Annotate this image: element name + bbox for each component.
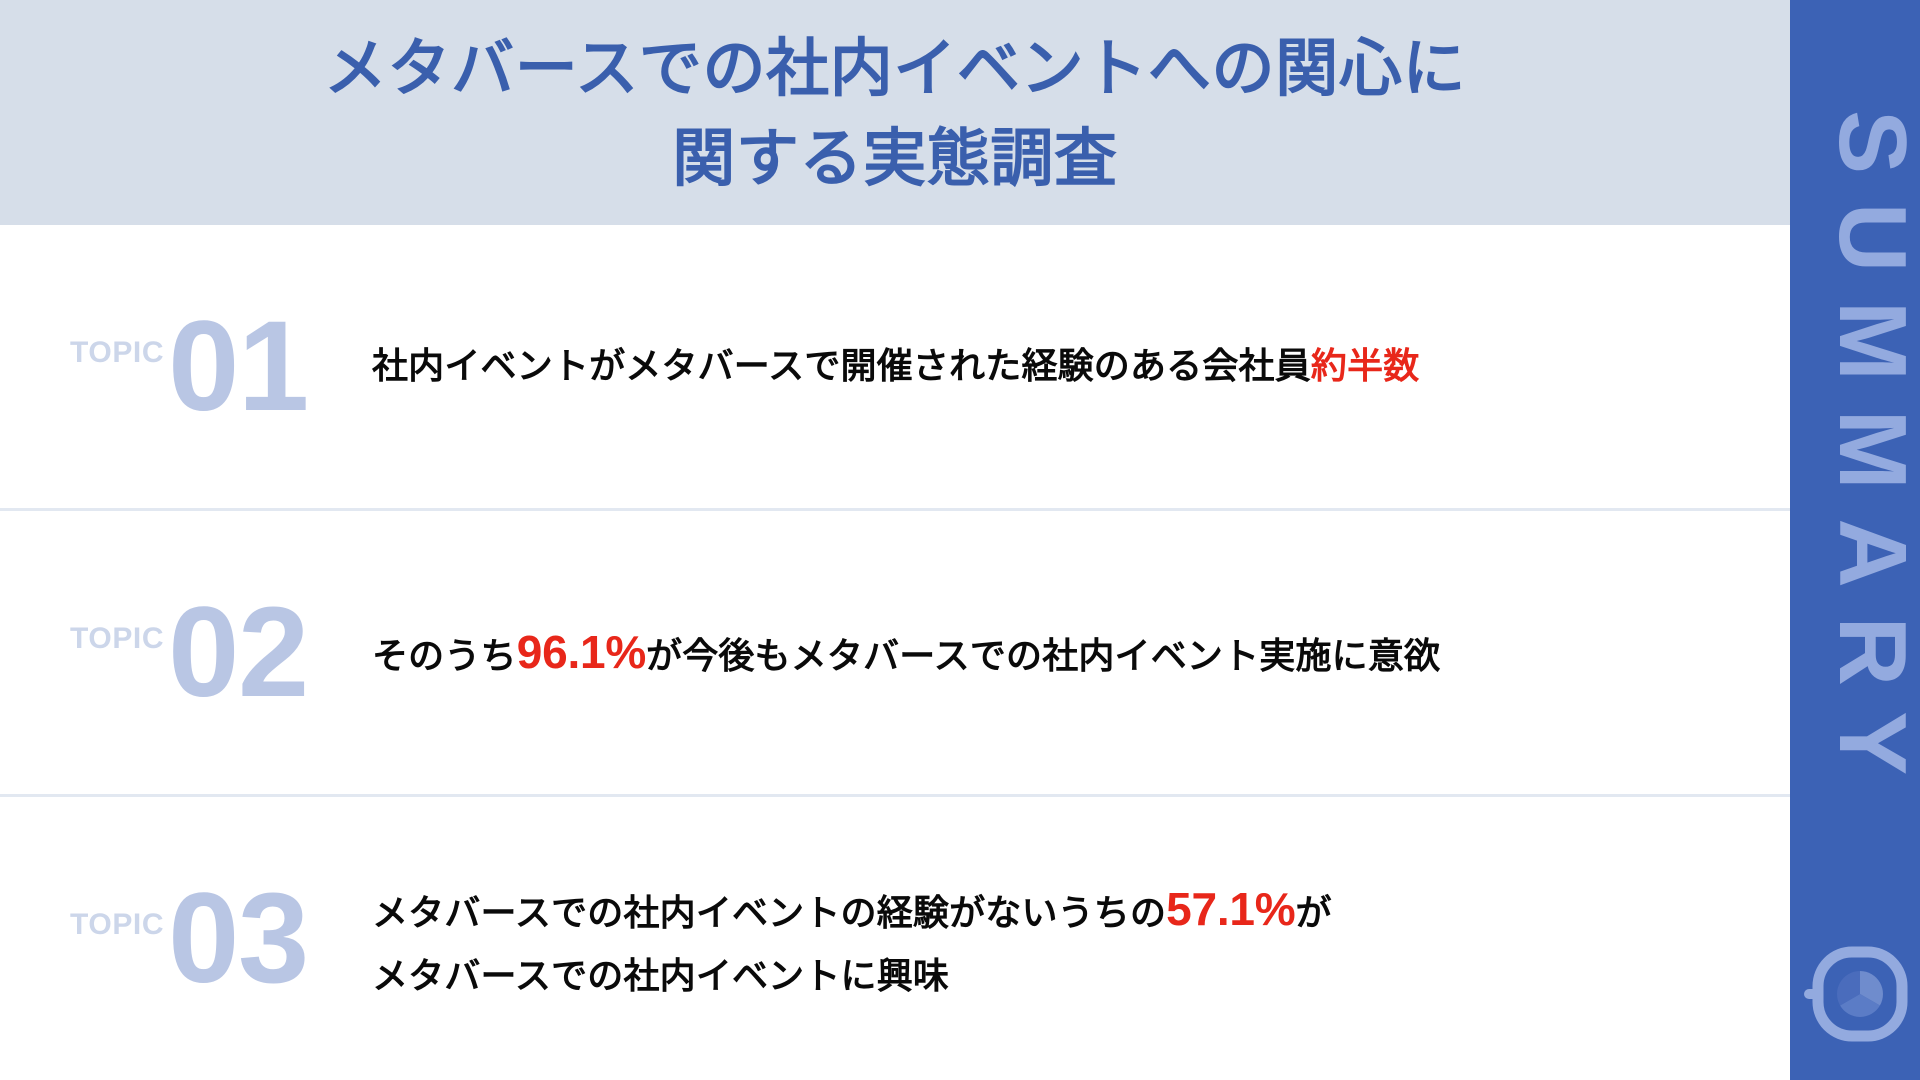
topic-eyebrow-01: TOPIC (70, 335, 165, 369)
topic-number-01: 01 (168, 294, 309, 438)
topic-text-02-line-1: そのうち96.1%が今後もメタバースでの社内イベント実施に意欲 (372, 615, 1770, 690)
topic-02-percent: 96.1% (516, 626, 647, 679)
topic-text-03-line-1: メタバースでの社内イベントの経験がないうちの57.1%が (372, 872, 1770, 947)
topic-text-01: 社内イベントがメタバースで開催された経験のある会社員約半数 (330, 337, 1790, 395)
topic-03-seg-prefix: メタバースでの社内イベントの経験がないうちの (372, 892, 1167, 934)
topic-eyebrow-03: TOPIC (70, 907, 165, 941)
topic-01-seg-plain: 社内イベントがメタバースで開催された経験のある会社員 (372, 345, 1311, 387)
brand-logo-icon (1804, 942, 1908, 1046)
topic-marker-03: TOPIC 03 (70, 866, 330, 1010)
topic-marker-01: TOPIC 01 (70, 294, 330, 438)
topic-text-02: そのうち96.1%が今後もメタバースでの社内イベント実施に意欲 (330, 615, 1790, 690)
page-title-line-1: メタバースでの社内イベントへの関心に (323, 34, 1467, 105)
topic-03-seg-suffix: が (1295, 892, 1332, 934)
topic-number-03: 03 (168, 866, 309, 1010)
topic-02-seg-prefix: そのうち (372, 635, 517, 677)
topic-number-02: 02 (168, 580, 309, 724)
summary-slide: メタバースでの社内イベントへの関心に 関する実態調査 TOPIC 01 社内イベ… (0, 0, 1920, 1080)
slide-header: メタバースでの社内イベントへの関心に 関する実態調査 (0, 0, 1790, 225)
sidebar-summary-label: SUMMARY (1819, 109, 1920, 805)
topic-03-percent: 57.1% (1166, 883, 1296, 936)
topic-text-03: メタバースでの社内イベントの経験がないうちの57.1%が メタバースでの社内イベ… (330, 872, 1790, 1005)
topic-text-03-line-2: メタバースでの社内イベントに興味 (372, 947, 1770, 1005)
topic-row-01: TOPIC 01 社内イベントがメタバースで開催された経験のある会社員約半数 (0, 225, 1790, 508)
topic-02-seg-suffix: が今後もメタバースでの社内イベント実施に意欲 (646, 635, 1441, 677)
topic-text-01-line-1: 社内イベントがメタバースで開催された経験のある会社員約半数 (372, 337, 1770, 395)
summary-sidebar: SUMMARY (1790, 0, 1920, 1080)
topic-row-02: TOPIC 02 そのうち96.1%が今後もメタバースでの社内イベント実施に意欲 (0, 508, 1790, 794)
topic-01-highlight: 約半数 (1310, 345, 1420, 387)
topic-eyebrow-02: TOPIC (70, 621, 165, 655)
topic-row-03: TOPIC 03 メタバースでの社内イベントの経験がないうちの57.1%が メタ… (0, 794, 1790, 1080)
topic-marker-02: TOPIC 02 (70, 580, 330, 724)
page-title-line-2: 関する実態調査 (672, 123, 1118, 194)
topic-list: TOPIC 01 社内イベントがメタバースで開催された経験のある会社員約半数 T… (0, 225, 1790, 1080)
topic-03-seg-line2: メタバースでの社内イベントに興味 (372, 954, 950, 996)
main-content-column: メタバースでの社内イベントへの関心に 関する実態調査 TOPIC 01 社内イベ… (0, 0, 1790, 1080)
